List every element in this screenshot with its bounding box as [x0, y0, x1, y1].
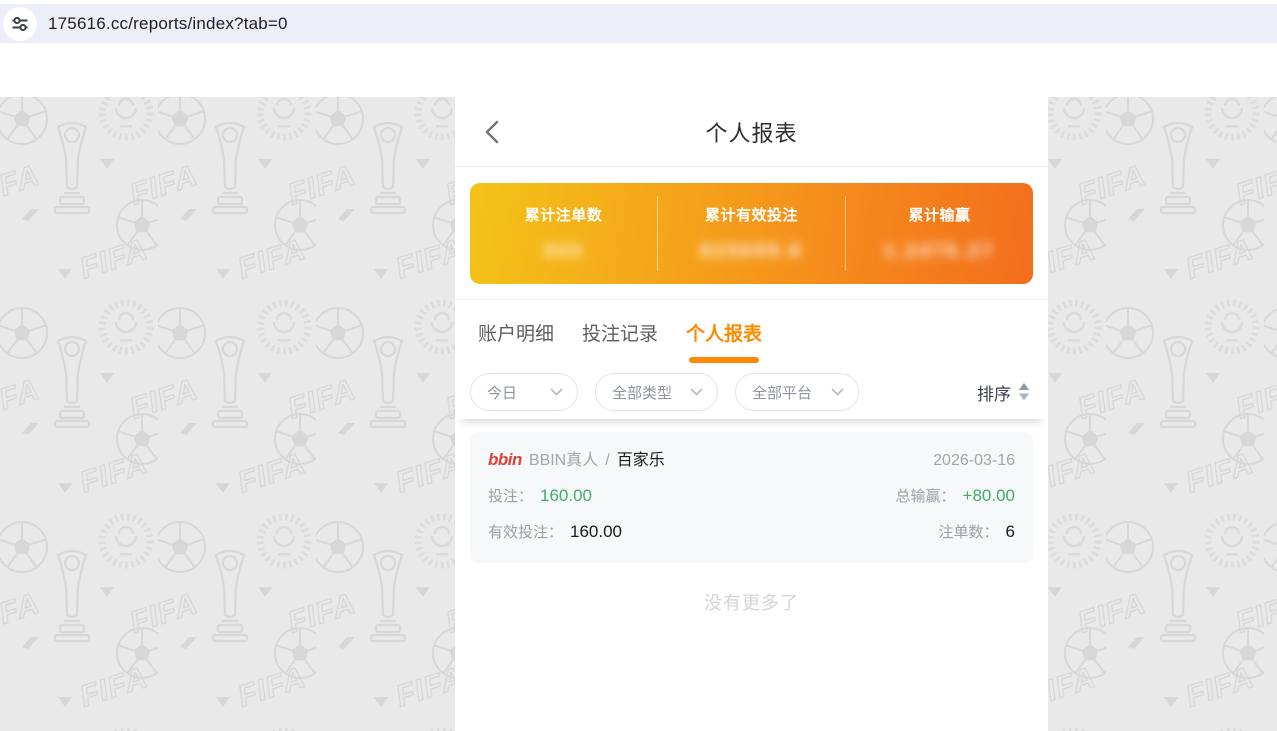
- win-label: 总输赢：: [895, 488, 956, 505]
- provider-separator: /: [605, 452, 610, 469]
- stat-total-valid-bet: 累计有效投注 825699.8: [658, 183, 845, 284]
- tab-personal-report[interactable]: 个人报表: [686, 322, 762, 363]
- stat-value-masked: 1.2476.27: [883, 241, 996, 262]
- chevron-down-icon: [690, 388, 703, 396]
- chevron-down-icon: [831, 388, 844, 396]
- url-text: 175616.cc/reports/index?tab=0: [48, 13, 288, 33]
- win-pair: 总输赢： +80.00: [896, 485, 1016, 508]
- bet-value: 160.00: [540, 486, 593, 505]
- filter-platform-dropdown[interactable]: 全部平台: [735, 373, 859, 411]
- count-value: 6: [1005, 522, 1015, 541]
- sort-label: 排序: [977, 384, 1011, 404]
- provider-name: BBIN真人: [528, 452, 599, 469]
- summary-card: 累计注单数 343 累计有效投注 825699.8 累计输赢 1.2476.27: [470, 183, 1033, 284]
- game-name: 百家乐: [616, 452, 665, 469]
- valid-bet-label: 有效投注：: [488, 524, 564, 541]
- win-value: +80.00: [962, 486, 1015, 505]
- filter-platform-label: 全部平台: [752, 384, 813, 402]
- provider-info: bbin BBIN真人 / 百家乐: [488, 449, 665, 472]
- sort-button[interactable]: 排序: [977, 380, 1030, 405]
- filter-type-label: 全部类型: [612, 384, 673, 402]
- filter-date-dropdown[interactable]: 今日: [470, 373, 578, 411]
- count-label: 注单数：: [938, 524, 999, 541]
- stat-label: 累计输赢: [908, 207, 971, 224]
- page-title: 个人报表: [705, 120, 798, 146]
- tab-bar: 账户明细 投注记录 个人报表: [455, 300, 1048, 363]
- valid-bet-value: 160.00: [570, 522, 623, 541]
- report-list: bbin BBIN真人 / 百家乐 2026-03-16 投注： 160.00 总…: [455, 419, 1048, 615]
- stat-total-win-loss: 累计输赢 1.2476.27: [846, 183, 1033, 284]
- filter-type-dropdown[interactable]: 全部类型: [595, 373, 718, 411]
- bet-pair: 投注： 160.00: [488, 485, 592, 508]
- bbin-logo: bbin: [488, 450, 522, 469]
- valid-bet-pair: 有效投注： 160.00: [488, 521, 622, 544]
- filter-date-label: 今日: [487, 384, 518, 402]
- stat-total-bet-count: 累计注单数 343: [470, 183, 657, 284]
- sort-icon: [1018, 383, 1030, 401]
- tab-bet-records[interactable]: 投注记录: [582, 322, 658, 363]
- stat-value-masked: 343: [543, 241, 584, 262]
- stat-label: 累计有效投注: [704, 207, 798, 224]
- browser-address-bar[interactable]: 175616.cc/reports/index?tab=0: [0, 4, 1277, 43]
- record-item: bbin BBIN真人 / 百家乐 2026-03-16 投注： 160.00 总…: [470, 432, 1033, 563]
- page-header: 个人报表: [455, 97, 1048, 167]
- tab-account-details[interactable]: 账户明细: [478, 322, 554, 363]
- chevron-left-icon: [485, 120, 499, 144]
- chevron-down-icon: [550, 388, 563, 396]
- record-bet-row: 投注： 160.00 总输赢： +80.00: [488, 485, 1015, 508]
- no-more-text: 没有更多了: [704, 593, 799, 613]
- back-button[interactable]: [482, 119, 504, 145]
- site-info-button[interactable]: [3, 6, 37, 41]
- stat-label: 累计注单数: [524, 207, 603, 224]
- record-header-row: bbin BBIN真人 / 百家乐 2026-03-16: [488, 449, 1015, 472]
- record-date: 2026-03-16: [933, 452, 1015, 469]
- bet-label: 投注：: [488, 488, 534, 505]
- stat-value-masked: 825699.8: [699, 241, 804, 262]
- filter-bar: 今日 全部类型 全部平台 排序: [455, 363, 1048, 419]
- record-valid-row: 有效投注： 160.00 注单数： 6: [488, 521, 1015, 544]
- content-panel: 个人报表 累计注单数 343 累计有效投注 825699.8 累计输赢 1.24…: [455, 97, 1048, 731]
- count-pair: 注单数： 6: [939, 521, 1015, 544]
- tune-icon: [12, 16, 28, 31]
